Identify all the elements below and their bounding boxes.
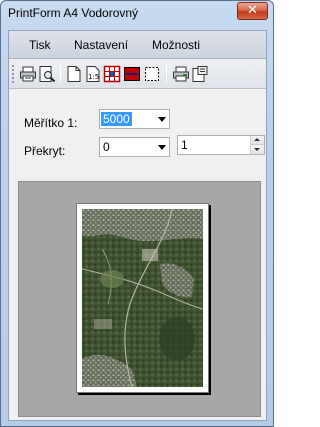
menu-item-moznosti[interactable]: Možnosti [152,38,200,52]
chevron-down-icon[interactable] [158,117,166,122]
print-icon[interactable] [19,65,37,83]
frame-select-icon[interactable] [143,65,161,83]
menu-bar: Tisk Nastavení Možnosti [9,31,266,59]
window-title: PrintForm A4 Vodorovný [8,6,139,20]
spinner-down-button[interactable] [251,145,264,154]
scale-value[interactable]: 5000 [101,112,132,126]
new-page-icon[interactable] [65,65,83,83]
spinner-up-button[interactable] [251,136,264,145]
toolbar-separator [166,65,167,83]
menu-item-nastaveni[interactable]: Nastavení [74,38,128,52]
overlap-spinner[interactable]: 1 [177,135,265,155]
overlap-label: Překryt: [24,144,66,158]
print-preview-icon[interactable] [38,65,56,83]
map-image [82,209,203,387]
client-area: Tisk Nastavení Možnosti 1:5 Měřítko 1: 5… [8,30,267,421]
scale-combobox[interactable]: 5000 [99,109,170,129]
toolbar-grip[interactable] [12,65,15,83]
overlap-value[interactable]: 0 [101,140,112,154]
title-bar[interactable]: PrintForm A4 Vodorovný ✕ [1,1,273,27]
spinner-buttons [250,136,264,154]
page-setup-icon[interactable] [191,65,209,83]
toolbar-separator [60,65,61,83]
chevron-down-icon[interactable] [158,145,166,150]
fill-red-icon[interactable] [123,65,141,83]
menu-item-tisk[interactable]: Tisk [29,38,51,52]
overlap-combobox[interactable]: 0 [99,137,170,157]
page-preview [76,203,209,393]
app-window: PrintForm A4 Vodorovný ✕ Tisk Nastavení … [0,0,274,427]
print-preview-area [18,181,261,417]
page-size-icon[interactable]: 1:5 [84,65,102,83]
svg-text:1:5: 1:5 [88,73,99,81]
grid-red-icon[interactable] [103,65,121,83]
spinner-value[interactable]: 1 [181,138,188,152]
toolbar: 1:5 [9,59,266,89]
close-button[interactable]: ✕ [237,2,268,20]
settings-form: Měřítko 1: 5000 Překryt: 0 1 [9,90,266,180]
scale-label: Měřítko 1: [24,116,78,130]
printer-setup-icon[interactable] [172,65,190,83]
